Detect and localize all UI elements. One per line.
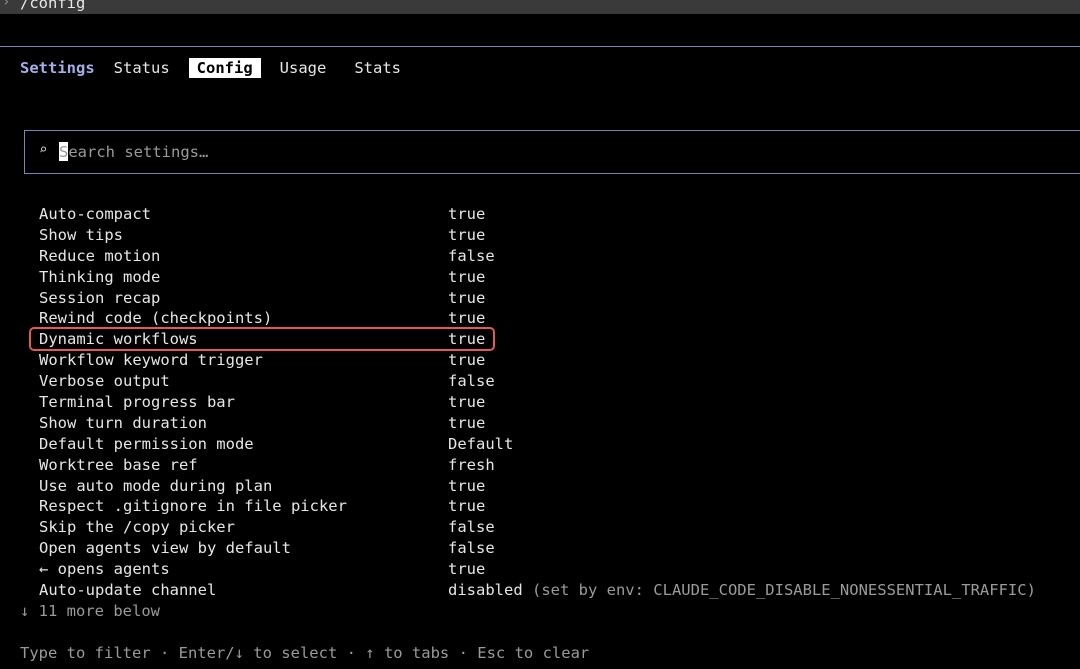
- setting-row[interactable]: Skip the /copy picker false: [39, 517, 1069, 538]
- setting-row[interactable]: Use auto mode during plan true: [39, 476, 1069, 497]
- setting-value[interactable]: true: [448, 308, 485, 329]
- setting-value[interactable]: true: [448, 225, 485, 246]
- setting-label: Respect .gitignore in file picker: [39, 497, 347, 516]
- prompt-chevron-icon: ›: [2, 0, 11, 10]
- setting-value-text: true: [448, 393, 486, 412]
- setting-label: Open agents view by default: [39, 539, 291, 558]
- setting-label: Verbose output: [39, 372, 170, 391]
- setting-label: Show tips: [39, 225, 123, 244]
- command-text: /config: [20, 0, 86, 12]
- setting-row[interactable]: Auto-compact true: [39, 204, 1069, 225]
- setting-value-text: true: [448, 413, 486, 432]
- setting-value-text: true: [448, 560, 486, 579]
- setting-row[interactable]: Respect .gitignore in file picker true: [39, 496, 1069, 517]
- setting-value[interactable]: true: [448, 496, 485, 517]
- setting-label: Thinking mode: [39, 267, 161, 286]
- setting-label: Workflow keyword trigger: [39, 351, 263, 370]
- setting-value-text: true: [448, 330, 486, 349]
- search-icon: ⌕: [39, 142, 48, 158]
- setting-value[interactable]: true: [448, 559, 485, 580]
- setting-row[interactable]: Show tips true: [39, 225, 1069, 246]
- setting-value[interactable]: disabled (set by env: CLAUDE_CODE_DISABL…: [448, 580, 1036, 601]
- setting-value-text: disabled: [448, 581, 523, 600]
- setting-value-text: true: [448, 288, 486, 307]
- settings-section-label: Settings: [20, 59, 95, 77]
- header-divider: [0, 46, 1080, 47]
- setting-value[interactable]: true: [448, 267, 485, 288]
- tab-bar: Settings Status Config Usage Stats: [20, 57, 404, 79]
- setting-row[interactable]: Reduce motion false: [39, 246, 1069, 267]
- setting-row[interactable]: Session recap true: [39, 288, 1069, 309]
- setting-row[interactable]: ← opens agents true: [39, 559, 1069, 580]
- setting-label: Reduce motion: [39, 246, 161, 265]
- setting-value-text: true: [448, 351, 486, 370]
- setting-row[interactable]: Auto-update channel disabled (set by env:…: [39, 580, 1069, 601]
- setting-value[interactable]: false: [448, 538, 495, 559]
- setting-label: Default permission mode: [39, 434, 254, 453]
- setting-label: Worktree base ref: [39, 455, 198, 474]
- setting-row[interactable]: Dynamic workflows true: [39, 329, 1069, 350]
- setting-row[interactable]: Open agents view by default false: [39, 538, 1069, 559]
- setting-value[interactable]: true: [448, 413, 485, 434]
- setting-row[interactable]: Verbose output false: [39, 371, 1069, 392]
- setting-value[interactable]: Default: [448, 434, 513, 455]
- search-input[interactable]: [59, 141, 659, 163]
- setting-label: Session recap: [39, 288, 161, 307]
- setting-value-text: false: [448, 539, 495, 558]
- setting-label: Use auto mode during plan: [39, 476, 273, 495]
- search-box[interactable]: ⌕: [24, 130, 1080, 174]
- setting-label: Auto-update channel: [39, 581, 217, 600]
- setting-value-text: fresh: [448, 455, 495, 474]
- tab-stats[interactable]: Stats: [351, 58, 404, 78]
- setting-note: (set by env: CLAUDE_CODE_DISABLE_NONESSE…: [522, 581, 1036, 600]
- setting-label: Rewind code (checkpoints): [39, 309, 273, 328]
- setting-value-text: false: [448, 518, 495, 537]
- setting-value[interactable]: true: [448, 288, 485, 309]
- setting-row[interactable]: Worktree base ref fresh: [39, 455, 1069, 476]
- setting-label: Skip the /copy picker: [39, 518, 235, 537]
- tab-config[interactable]: Config: [188, 58, 261, 78]
- setting-value[interactable]: true: [448, 204, 485, 225]
- setting-value-text: Default: [448, 434, 514, 453]
- setting-label: Terminal progress bar: [39, 393, 235, 412]
- setting-label: Auto-compact: [39, 205, 151, 223]
- command-bar: › /config: [0, 0, 1080, 14]
- setting-value-text: false: [448, 372, 495, 391]
- setting-row[interactable]: Default permission mode Default: [39, 434, 1069, 455]
- setting-value[interactable]: false: [448, 371, 495, 392]
- setting-row[interactable]: Terminal progress bar true: [39, 392, 1069, 413]
- tab-status[interactable]: Status: [111, 58, 173, 78]
- tab-usage[interactable]: Usage: [277, 58, 330, 78]
- setting-value-text: false: [448, 246, 495, 265]
- setting-value-text: true: [448, 309, 486, 328]
- setting-value-text: true: [448, 205, 486, 223]
- setting-label: Show turn duration: [39, 413, 207, 432]
- keyboard-hint: Type to filter · Enter/↓ to select · ↑ t…: [20, 644, 590, 662]
- setting-label: Dynamic workflows: [39, 330, 198, 349]
- setting-value-text: true: [448, 267, 486, 286]
- settings-list: Auto-compact true Show tips true Reduce moti…: [39, 204, 1069, 601]
- more-below-indicator: ↓ 11 more below: [20, 602, 160, 620]
- setting-value-text: true: [448, 476, 486, 495]
- setting-row[interactable]: Workflow keyword trigger true: [39, 350, 1069, 371]
- setting-row[interactable]: Rewind code (checkpoints) true: [39, 308, 1069, 329]
- setting-value[interactable]: true: [448, 350, 485, 371]
- setting-value[interactable]: false: [448, 517, 495, 538]
- setting-row[interactable]: Show turn duration true: [39, 413, 1069, 434]
- setting-value[interactable]: true: [448, 392, 485, 413]
- setting-value[interactable]: true: [448, 476, 485, 497]
- setting-value[interactable]: false: [448, 246, 495, 267]
- setting-value-text: true: [448, 497, 486, 516]
- setting-value[interactable]: fresh: [448, 455, 495, 476]
- setting-value[interactable]: true: [448, 329, 485, 350]
- setting-label: ← opens agents: [39, 560, 170, 579]
- setting-row[interactable]: Thinking mode true: [39, 267, 1069, 288]
- setting-value-text: true: [448, 225, 486, 244]
